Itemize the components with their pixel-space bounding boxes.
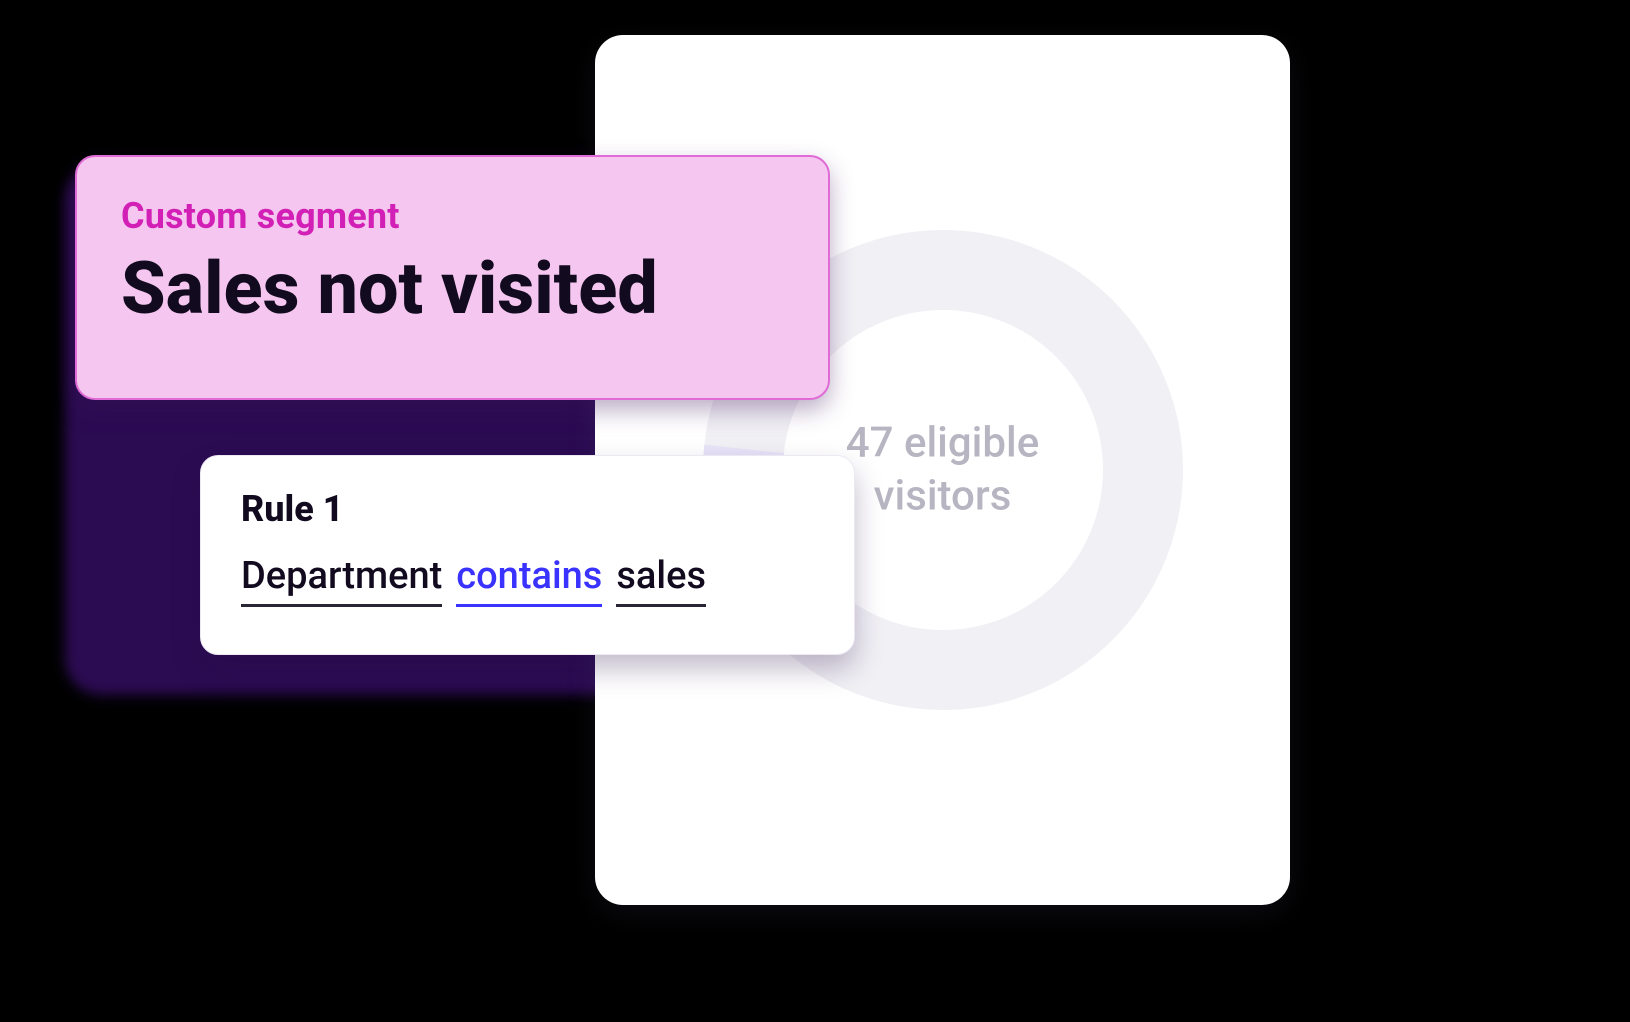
eligible-visitors-word: visitors [874, 471, 1012, 520]
segment-eyebrow: Custom segment [121, 195, 784, 237]
rule-operator-selector[interactable]: contains [456, 554, 602, 607]
segment-title: Sales not visited [121, 251, 784, 327]
segment-card[interactable]: Custom segment Sales not visited [75, 155, 830, 400]
rule-card: Rule 1 Department contains sales [200, 455, 855, 655]
rule-title: Rule 1 [241, 488, 814, 530]
rule-field-selector[interactable]: Department [241, 554, 442, 607]
rule-expression: Department contains sales [241, 554, 814, 607]
eligible-visitors-count-line: 47 eligible [846, 419, 1039, 468]
rule-value-input[interactable]: sales [616, 554, 706, 607]
